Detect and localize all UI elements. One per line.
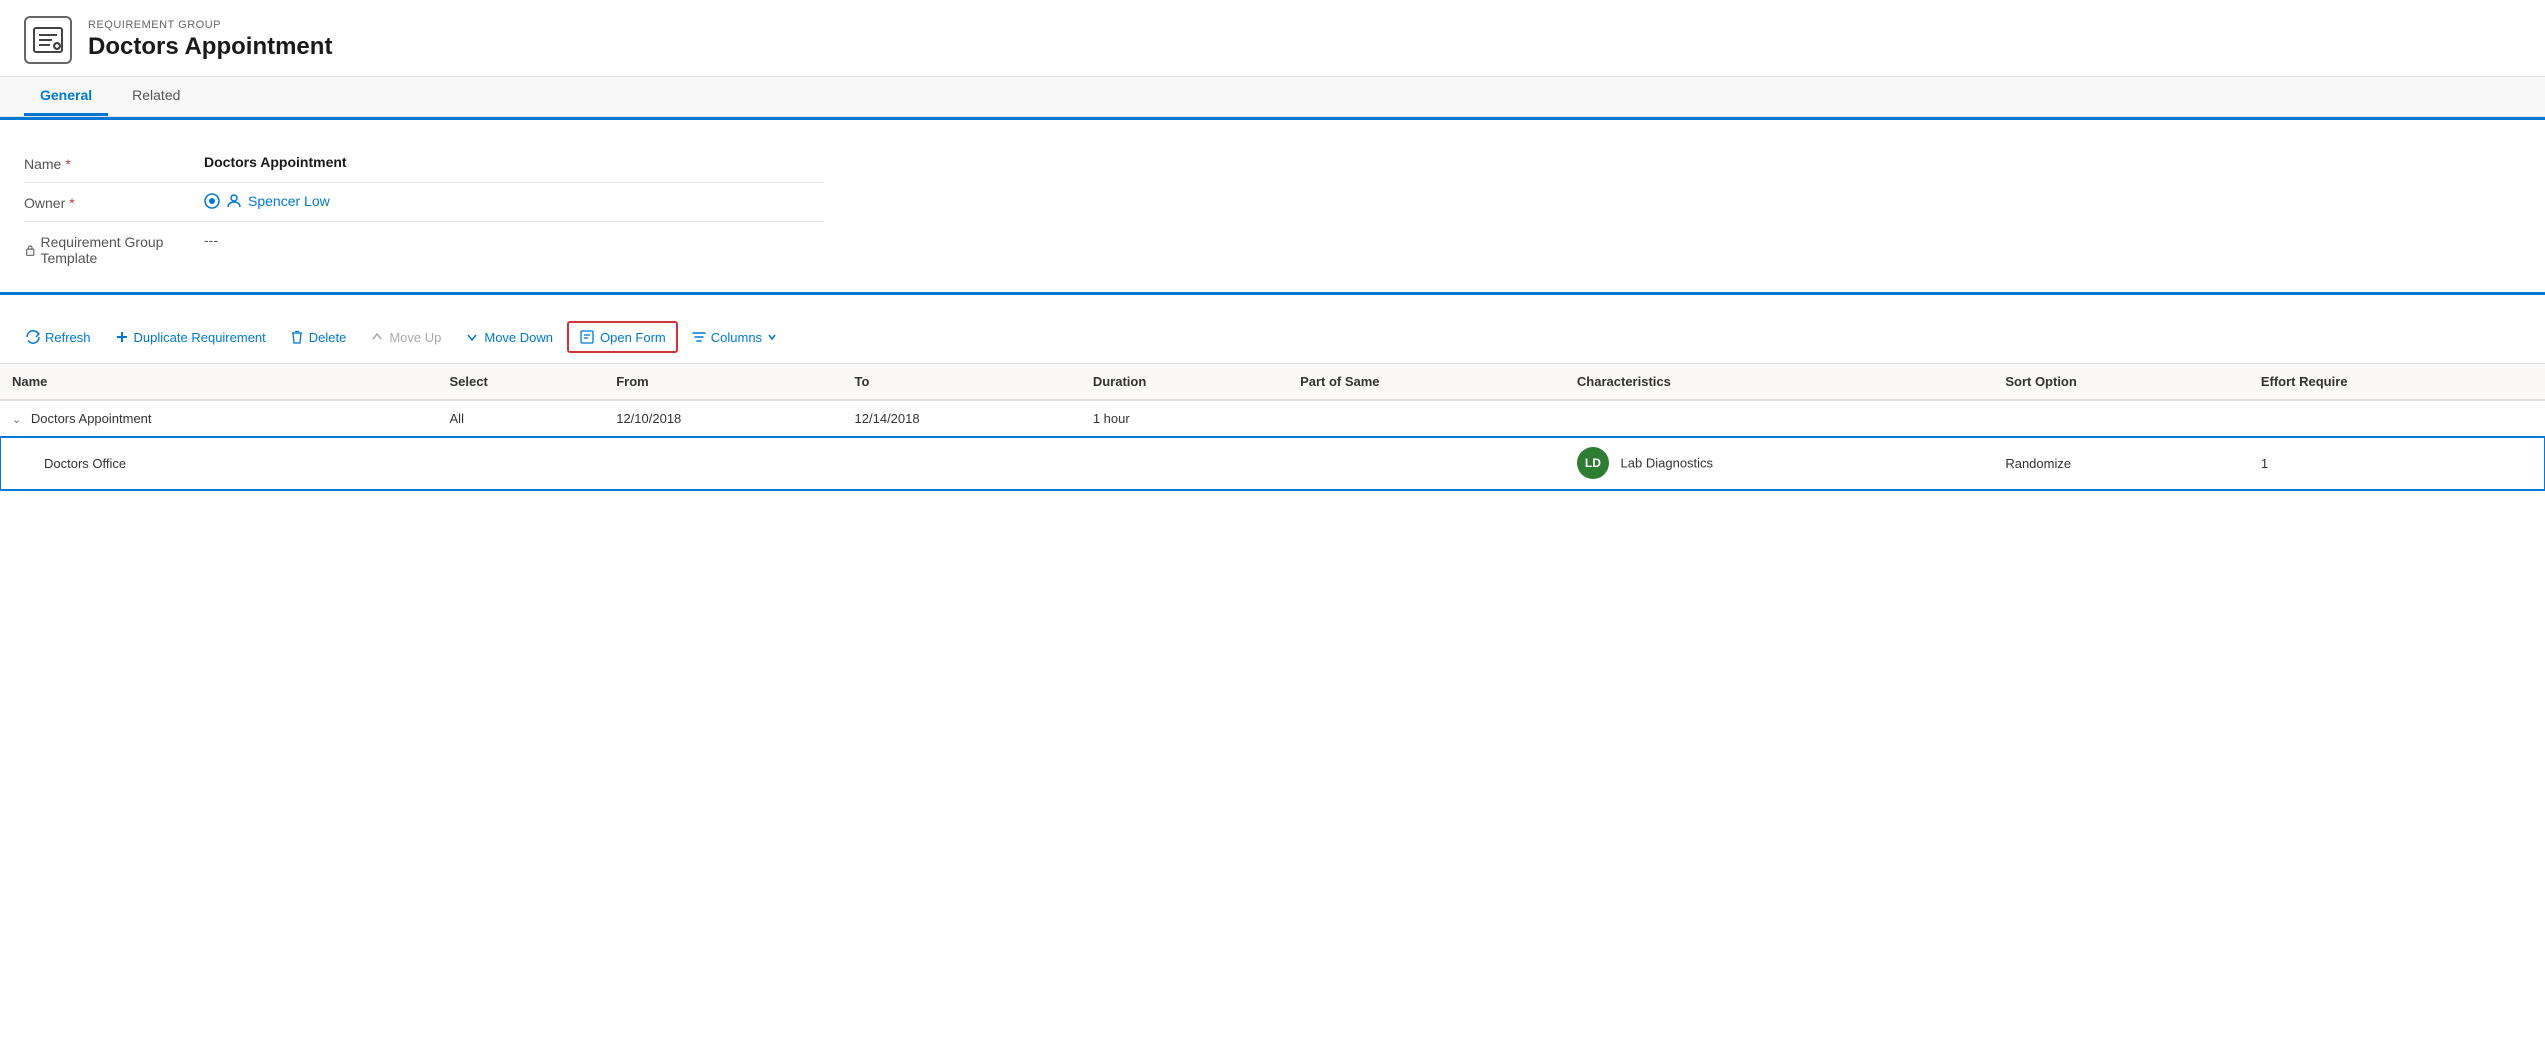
row-sort-option (1993, 400, 2249, 437)
row-from: 12/10/2018 (604, 400, 842, 437)
up-arrow-icon (370, 330, 384, 344)
col-header-characteristics: Characteristics (1565, 364, 1993, 400)
characteristics-name: Lab Diagnostics (1621, 456, 1714, 471)
col-header-sort-option: Sort Option (1993, 364, 2249, 400)
row-name: Doctors Office (0, 437, 438, 490)
grid-section: Refresh Duplicate Requirement Delete Mov… (0, 311, 2545, 490)
row-characteristics: LD Lab Diagnostics (1565, 437, 1993, 490)
form-icon (579, 329, 595, 345)
row-part-of-same (1288, 437, 1565, 490)
required-star: * (65, 156, 70, 172)
expand-icon: ⌄ (12, 414, 21, 426)
template-value: --- (204, 232, 824, 248)
down-arrow-icon (465, 330, 479, 344)
form-section: Name * Doctors Appointment Owner * Spenc… (0, 117, 2545, 295)
lock-icon (24, 243, 36, 257)
name-value: Doctors Appointment (204, 154, 824, 170)
chevron-down-icon (767, 332, 777, 342)
template-field-row: Requirement Group Template --- (24, 222, 824, 276)
grid-toolbar: Refresh Duplicate Requirement Delete Mov… (0, 311, 2545, 364)
open-form-button[interactable]: Open Form (567, 321, 678, 353)
tabs-bar: General Related (0, 77, 2545, 117)
name-field-row: Name * Doctors Appointment (24, 144, 824, 183)
page-title: Doctors Appointment (88, 33, 332, 61)
row-duration: 1 hour (1081, 400, 1288, 437)
owner-label: Owner * (24, 193, 204, 211)
page-header: REQUIREMENT GROUP Doctors Appointment (0, 0, 2545, 77)
col-header-select: Select (438, 364, 605, 400)
col-header-part-of-same: Part of Same (1288, 364, 1565, 400)
col-header-effort-required: Effort Require (2249, 364, 2545, 400)
col-header-duration: Duration (1081, 364, 1288, 400)
table-row[interactable]: Doctors Office LD Lab Diagnostics Random… (0, 437, 2545, 490)
row-to: 12/14/2018 (843, 400, 1081, 437)
row-select (438, 437, 605, 490)
row-select: All (438, 400, 605, 437)
row-effort (2249, 400, 2545, 437)
header-subtitle: REQUIREMENT GROUP (88, 19, 332, 31)
required-star-owner: * (69, 195, 74, 211)
characteristics-badge: LD (1577, 447, 1609, 479)
row-part-of-same (1288, 400, 1565, 437)
owner-value[interactable]: Spencer Low (204, 193, 824, 209)
move-down-button[interactable]: Move Down (455, 324, 563, 351)
col-header-name: Name (0, 364, 438, 400)
row-characteristics (1565, 400, 1993, 437)
refresh-button[interactable]: Refresh (16, 324, 101, 351)
refresh-icon (26, 330, 40, 344)
template-label: Requirement Group Template (24, 232, 204, 266)
row-to (843, 437, 1081, 490)
trash-icon (290, 330, 304, 344)
grid-table: Name Select From To Duration Part of Sam… (0, 364, 2545, 490)
filter-icon (692, 330, 706, 344)
row-duration (1081, 437, 1288, 490)
columns-button[interactable]: Columns (682, 324, 787, 351)
table-row[interactable]: ⌄ Doctors Appointment All 12/10/2018 12/… (0, 400, 2545, 437)
record-icon (24, 16, 72, 64)
row-from (604, 437, 842, 490)
col-header-to: To (843, 364, 1081, 400)
radio-icon (204, 193, 220, 209)
col-header-from: From (604, 364, 842, 400)
row-effort: 1 (2249, 437, 2545, 490)
owner-field-row: Owner * Spencer Low (24, 183, 824, 222)
person-icon (226, 193, 242, 209)
row-name: ⌄ Doctors Appointment (0, 400, 438, 437)
duplicate-button[interactable]: Duplicate Requirement (105, 324, 276, 351)
delete-button[interactable]: Delete (280, 324, 357, 351)
tab-related[interactable]: Related (116, 77, 196, 116)
tab-general[interactable]: General (24, 77, 108, 116)
plus-icon (115, 330, 129, 344)
row-sort-option: Randomize (1993, 437, 2249, 490)
move-up-button[interactable]: Move Up (360, 324, 451, 351)
name-label: Name * (24, 154, 204, 172)
header-text: REQUIREMENT GROUP Doctors Appointment (88, 19, 332, 61)
